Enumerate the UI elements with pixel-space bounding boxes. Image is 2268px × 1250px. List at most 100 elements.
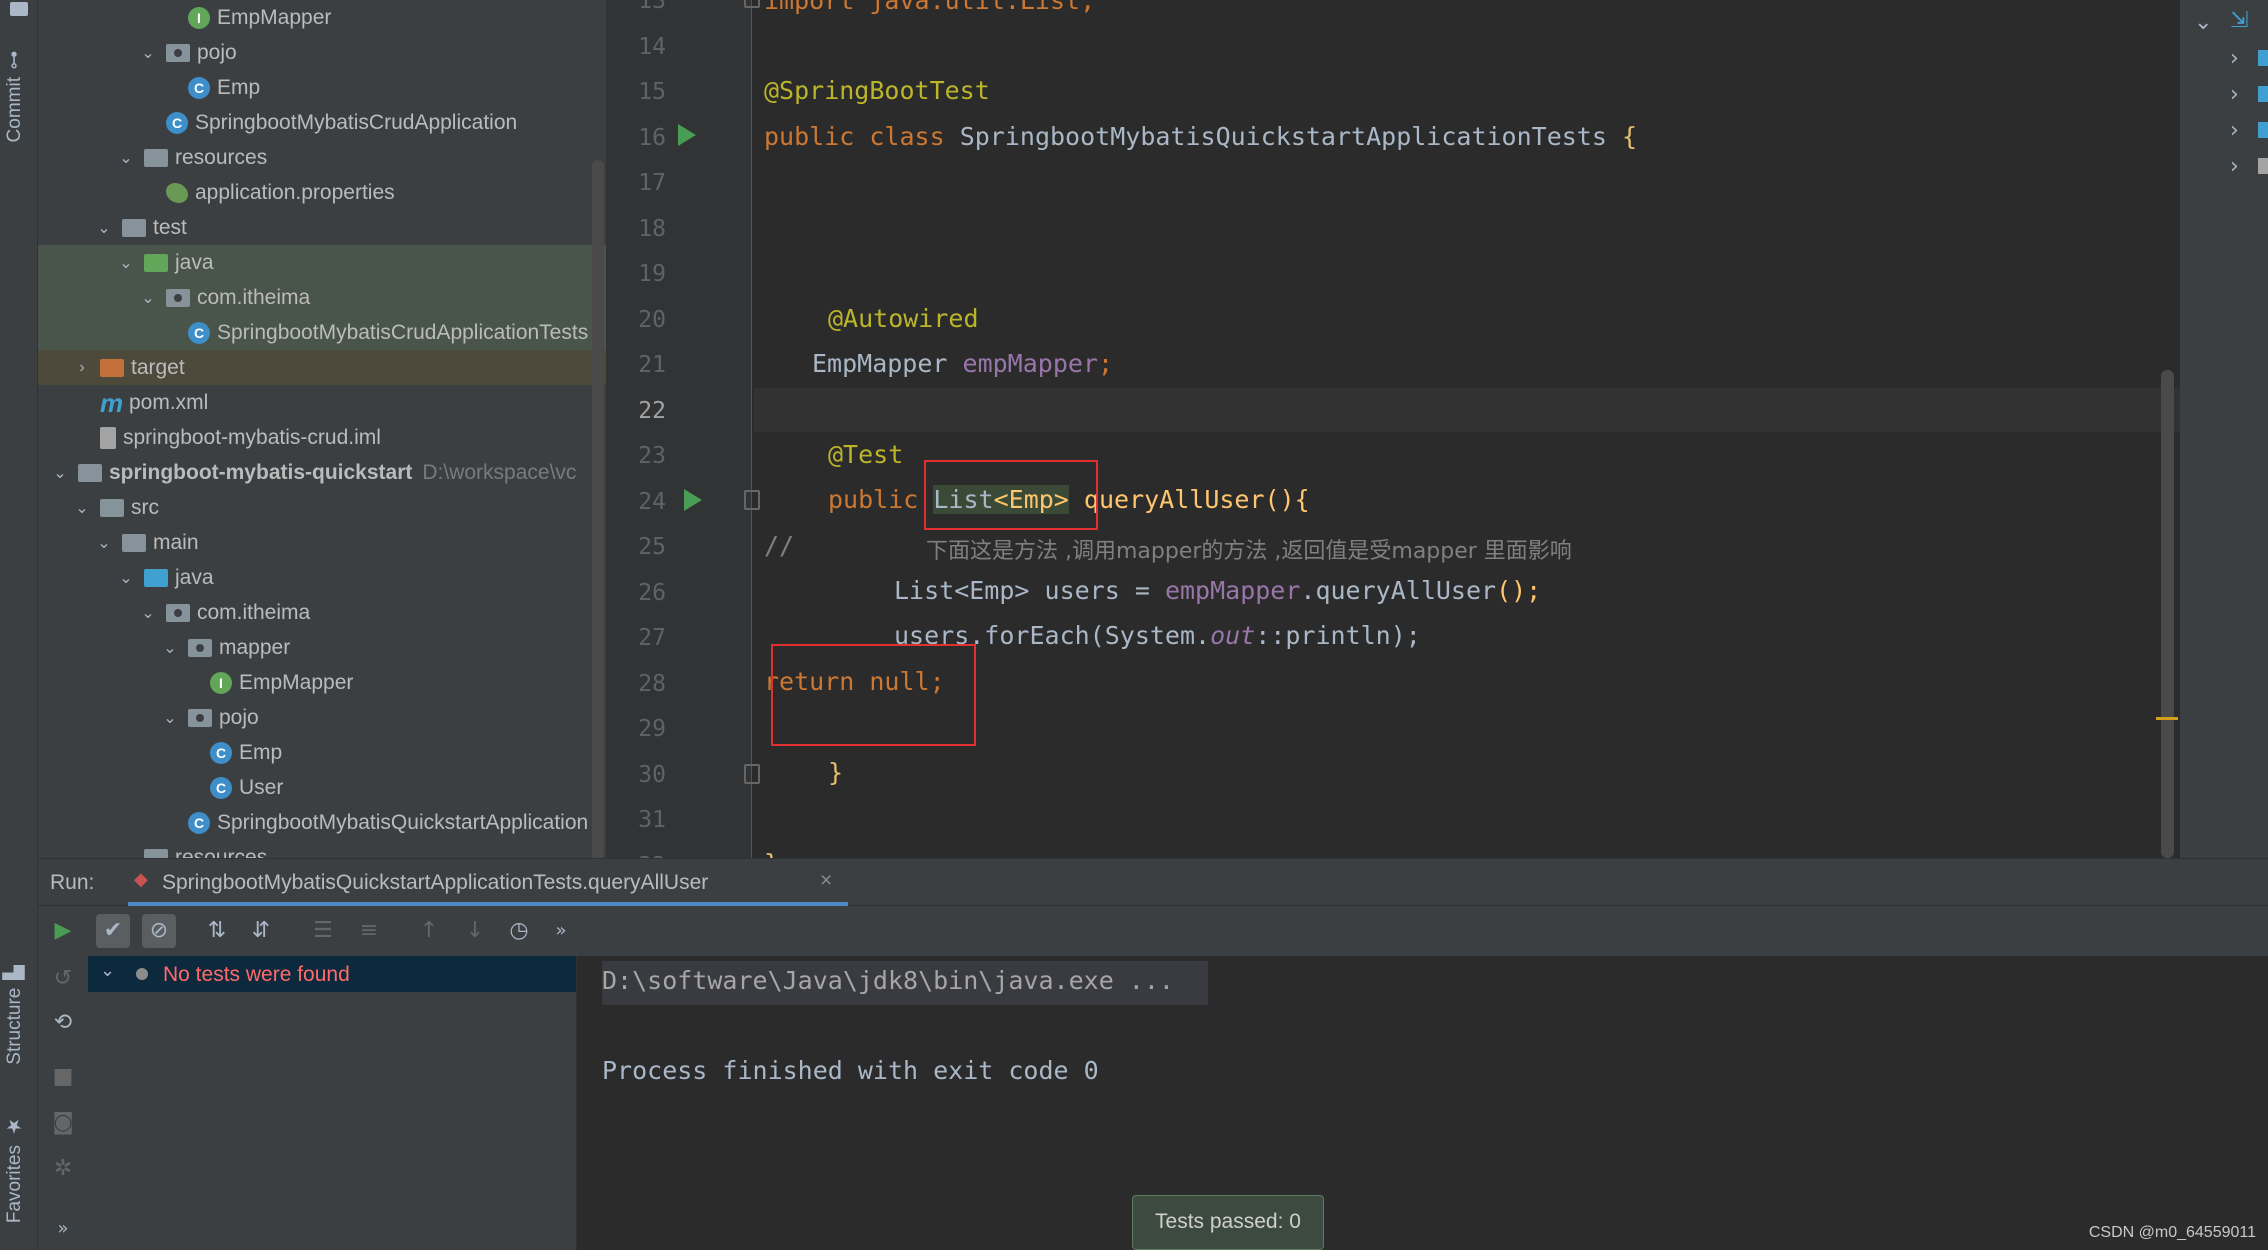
tree-item-label: EmpMapper [239,670,354,694]
code-line-23: @Test [828,440,903,469]
project-tree-item[interactable]: ⌄ test [38,210,606,245]
rerun-failed-icon[interactable]: ↺ [46,962,80,996]
commit-tool-tab[interactable]: Commit ⊶ [4,50,26,142]
project-tree-item[interactable]: ⌄ resources [38,840,606,858]
chevron-right-icon[interactable]: › [72,359,92,377]
folder-icon [122,533,146,552]
previous-icon[interactable]: ↑ [412,914,446,948]
project-tree-item[interactable]: › target [38,350,606,385]
more-icon[interactable]: » [544,914,578,948]
show-passed-icon[interactable]: ✔ [96,914,130,948]
project-tree-item[interactable]: ⌄ pojo [38,35,606,70]
chevron-down-icon[interactable]: ⌄ [116,148,136,168]
code-line-16: public class SpringbootMybatisQuickstart… [764,122,1637,151]
next-icon[interactable]: ↓ [458,914,492,948]
chevron-down-icon[interactable]: ⌄ [160,638,180,658]
line-number: 27 [638,625,666,651]
line-number: 25 [638,534,666,560]
console-command-line[interactable]: D:\software\Java\jdk8\bin\java.exe ... [602,966,1174,995]
fold-icon[interactable] [744,490,760,510]
editor-scrollbar[interactable] [2161,370,2174,858]
line-number: 13 [638,0,666,14]
more-icon[interactable]: » [46,1212,80,1246]
warning-marker[interactable] [2156,717,2178,720]
database-icon[interactable]: ⇲ [2230,8,2248,33]
chevron-down-icon[interactable]: ⌄ [138,43,158,63]
chevron-down-icon[interactable]: ⌄ [94,218,114,238]
project-tool-icon[interactable] [10,2,28,16]
project-tree-item[interactable]: ⌄ resources [38,140,606,175]
project-tree-item[interactable]: ⌄ main [38,525,606,560]
run-toolbar: ▶ ✔ ⊘ ⇅ ⇵ ☰ ≡ ↑ ↓ ◷ » [38,906,2268,956]
run-class-icon[interactable] [678,124,696,146]
chevron-down-icon[interactable]: ⌄ [116,568,136,588]
chevron-down-icon[interactable]: ⌄ [138,603,158,623]
chevron-right-icon[interactable]: › [2230,46,2239,71]
structure-tool-tab[interactable]: Structure ▙ [4,965,26,1065]
project-tree-item[interactable]: I EmpMapper [38,665,606,700]
run-test-icon[interactable] [684,489,702,511]
chevron-right-icon[interactable]: › [2230,82,2239,107]
tree-item-label: pojo [197,40,237,64]
chevron-down-icon[interactable]: ⌄ [100,960,115,981]
expand-all-icon[interactable]: ☰ [306,914,340,948]
project-tree-item[interactable]: ⌄ src [38,490,606,525]
project-tree-scrollbar[interactable] [592,160,604,860]
chevron-down-icon[interactable]: ⌄ [72,498,92,518]
code-users-declaration: List<Emp> users = [894,576,1165,605]
chevron-down-icon[interactable]: ⌄ [94,533,114,553]
show-ignored-icon[interactable]: ⊘ [142,914,176,948]
spring-class-icon: C [188,811,210,834]
project-tree-item[interactable]: springboot-mybatis-crud.iml [38,420,606,455]
camera-icon[interactable]: ◙ [46,1106,80,1140]
project-tree-item[interactable]: ⌄ java [38,245,606,280]
chevron-down-icon[interactable]: ⌄ [138,288,158,308]
folder-icon [144,148,168,167]
console-output[interactable]: D:\software\Java\jdk8\bin\java.exe ... P… [578,956,2268,1250]
field-empmapper: empMapper [962,349,1098,378]
test-root-row[interactable]: ⌄ No tests were found [88,956,576,992]
project-tree-item[interactable]: C Emp [38,70,606,105]
code-line-20: @Autowired [828,304,979,333]
collapse-all-icon[interactable]: ≡ [352,914,386,948]
chevron-right-icon[interactable]: › [2230,154,2239,179]
project-tree-item[interactable]: ⌄ pojo [38,700,606,735]
project-tree-item[interactable]: ⌄ springboot-mybatis-quickstart D:\workspa… [38,455,606,490]
fold-icon[interactable] [744,764,760,784]
sort-duration-icon[interactable]: ⇵ [244,914,278,948]
favorites-tool-tab[interactable]: Favorites ★ [4,1115,26,1223]
project-tree-item[interactable]: ⌄ java [38,560,606,595]
chevron-down-icon[interactable]: ⌄ [50,463,70,483]
project-tree-item[interactable]: C Emp [38,735,606,770]
fold-icon[interactable] [744,0,760,8]
method-call: .queryAllUser [1300,576,1497,605]
project-tree-item[interactable]: C User [38,770,606,805]
project-tree-item[interactable]: I EmpMapper [38,0,606,35]
folder-green-icon [144,253,168,272]
project-tree-item[interactable]: ⌄ com.itheima [38,280,606,315]
chevron-down-icon[interactable]: ⌄ [116,848,136,859]
sort-alpha-icon[interactable]: ⇅ [200,914,234,948]
project-tree-item[interactable]: ⌄ mapper [38,630,606,665]
chevron-down-icon[interactable]: ⌄ [160,708,180,728]
project-tree-item[interactable]: C SpringbootMybatisCrudApplicationTests [38,315,606,350]
project-tree-item[interactable]: ⌄ com.itheima [38,595,606,630]
project-tree-item[interactable]: application.properties [38,175,606,210]
left-tool-stripe: Commit ⊶ Structure ▙ Favorites ★ [0,0,38,1250]
chevron-down-icon[interactable]: ⌄ [116,253,136,273]
project-tree-item[interactable]: m pom.xml [38,385,606,420]
package-icon [166,43,190,62]
run-tab[interactable]: ◆ SpringbootMybatisQuickstartApplication… [128,859,848,906]
toggle-auto-test-icon[interactable]: ⟲ [46,1006,80,1040]
project-tree-item[interactable]: C SpringbootMybatisQuickstartApplication [38,805,606,840]
stop-icon[interactable]: ■ [46,1060,80,1094]
tests-passed-toast[interactable]: Tests passed: 0 [1132,1195,1324,1250]
chevron-right-icon[interactable]: › [2230,118,2239,143]
chevron-down-icon[interactable]: ⌄ [2194,10,2212,35]
rerun-icon[interactable]: ▶ [46,914,80,948]
project-tree-item[interactable]: C SpringbootMybatisCrudApplication [38,105,606,140]
settings-icon[interactable]: ✲ [46,1152,80,1186]
history-icon[interactable]: ◷ [502,914,536,948]
code-editor[interactable]: 1314151617181920212223242526272829303132… [606,0,2180,858]
close-icon[interactable]: × [820,869,832,893]
